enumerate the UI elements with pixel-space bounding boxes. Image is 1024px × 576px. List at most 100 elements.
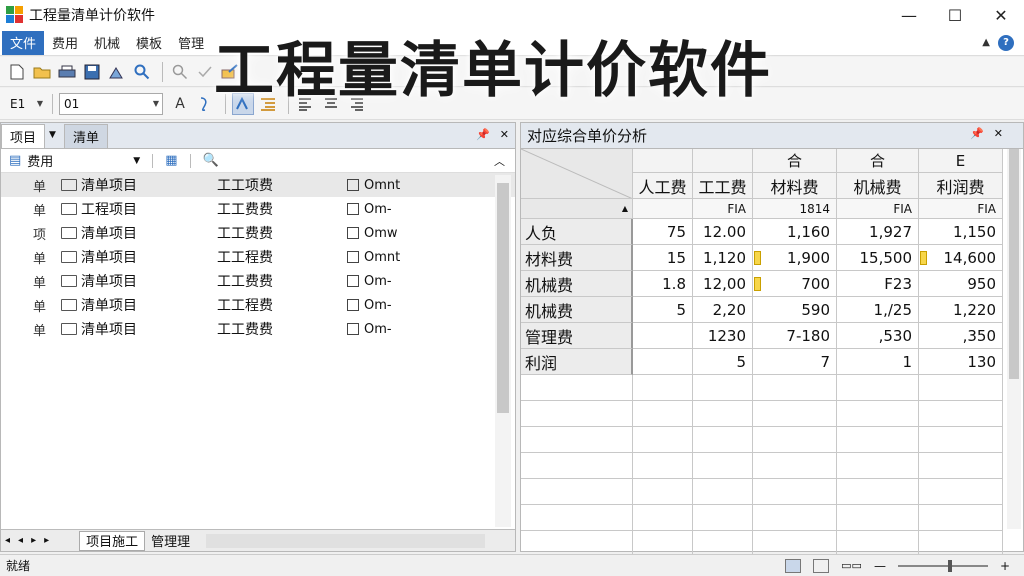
empty-cell[interactable] — [837, 375, 919, 401]
open-folder-icon[interactable] — [31, 61, 53, 83]
pin-icon[interactable]: 📌 — [970, 127, 984, 140]
scrollbar-thumb[interactable] — [497, 183, 509, 413]
tab-nav-prev-icon[interactable]: ◂ — [14, 535, 27, 546]
tree-row[interactable]: 单 清单项目 工工程费 Om- — [1, 293, 515, 317]
settings-icon[interactable]: ▦ — [165, 153, 177, 168]
row-header[interactable]: 机械费 — [521, 297, 633, 323]
checkbox[interactable] — [347, 251, 359, 263]
column-header[interactable]: 机械费 — [837, 173, 919, 199]
horizontal-scrollbar[interactable] — [206, 533, 485, 548]
tree-row[interactable]: 单 清单项目 工工费费 Om- — [1, 269, 515, 293]
table-cell[interactable]: 15 — [633, 245, 693, 271]
empty-cell[interactable] — [521, 427, 633, 453]
scrollbar-thumb[interactable] — [1009, 149, 1019, 379]
tree-row[interactable]: 单 清单项目 工工项费 Omnt — [1, 173, 515, 197]
close-icon[interactable]: ✕ — [500, 128, 509, 141]
empty-cell[interactable] — [919, 375, 1003, 401]
zoom-slider[interactable] — [897, 559, 988, 572]
zoom-slider-thumb[interactable] — [947, 559, 952, 572]
empty-cell[interactable] — [919, 505, 1003, 531]
table-cell[interactable]: 1,120 — [693, 245, 753, 271]
empty-cell[interactable] — [693, 505, 753, 531]
table-cell[interactable]: 1,220 — [919, 297, 1003, 323]
vertical-scrollbar[interactable] — [1007, 149, 1021, 529]
column-header[interactable]: 人工费 — [633, 173, 693, 199]
zoom-out-icon[interactable]: — — [874, 559, 886, 573]
table-cell[interactable]: 1,/25 — [837, 297, 919, 323]
table-cell[interactable]: 1,927 — [837, 219, 919, 245]
vertical-scrollbar[interactable] — [495, 175, 511, 527]
empty-cell[interactable] — [633, 375, 693, 401]
search-icon[interactable]: 🔍 — [203, 153, 219, 168]
table-cell[interactable]: 1.8 — [633, 271, 693, 297]
menu-cost[interactable]: 费用 — [44, 31, 86, 55]
table-cell[interactable]: 700 — [753, 271, 837, 297]
empty-cell[interactable] — [837, 479, 919, 505]
tab-management[interactable]: 管理理 — [145, 531, 196, 551]
table-cell[interactable]: 590 — [753, 297, 837, 323]
table-cell[interactable]: 5 — [633, 297, 693, 323]
tab-list[interactable]: 清单 — [63, 124, 108, 148]
tree-row[interactable]: 单 清单项目 工工费费 Om- — [1, 317, 515, 341]
checkbox[interactable] — [347, 179, 359, 191]
font-select[interactable]: 01 ▼ — [59, 92, 163, 115]
menu-template[interactable]: 模板 — [128, 31, 170, 55]
new-file-icon[interactable] — [6, 61, 28, 83]
empty-cell[interactable] — [837, 453, 919, 479]
row-header[interactable]: 人负 — [521, 219, 633, 245]
format-icon[interactable] — [194, 93, 216, 115]
table-cell[interactable]: 7-180 — [753, 323, 837, 349]
table-cell[interactable]: 15,500 — [837, 245, 919, 271]
empty-cell[interactable] — [521, 401, 633, 427]
table-cell[interactable]: 5 — [693, 349, 753, 375]
table-cell[interactable]: 1,160 — [753, 219, 837, 245]
tab-nav-next-icon[interactable]: ▸ — [27, 535, 40, 546]
empty-cell[interactable] — [633, 427, 693, 453]
table-cell[interactable]: 14,600 — [919, 245, 1003, 271]
preview-icon[interactable] — [106, 61, 128, 83]
table-cell[interactable]: 12,00 — [693, 271, 753, 297]
empty-cell[interactable] — [753, 375, 837, 401]
print-icon[interactable] — [56, 61, 78, 83]
page-view-icon[interactable] — [813, 558, 830, 573]
row-header[interactable]: 机械费 — [521, 271, 633, 297]
tab-nav-first-icon[interactable]: ◂ — [1, 535, 14, 546]
pin-icon[interactable]: 📌 — [476, 128, 490, 141]
menu-file[interactable]: 文件 — [2, 30, 45, 55]
zoom-icon[interactable] — [169, 61, 191, 83]
empty-cell[interactable] — [753, 479, 837, 505]
empty-cell[interactable] — [521, 453, 633, 479]
table-cell[interactable]: 1,150 — [919, 219, 1003, 245]
checkbox[interactable] — [347, 203, 359, 215]
close-icon[interactable]: ✕ — [994, 127, 1003, 140]
menu-machine[interactable]: 机械 — [86, 31, 128, 55]
checkbox[interactable] — [347, 227, 359, 239]
empty-cell[interactable] — [693, 479, 753, 505]
filter-label[interactable]: 费用 — [27, 151, 127, 170]
table-cell[interactable]: 7 — [753, 349, 837, 375]
table-cell[interactable]: F23 — [837, 271, 919, 297]
empty-cell[interactable] — [521, 375, 633, 401]
empty-cell[interactable] — [919, 479, 1003, 505]
empty-cell[interactable] — [693, 453, 753, 479]
ribbon-toggle-icon[interactable]: ▲ — [982, 37, 990, 48]
empty-cell[interactable] — [521, 479, 633, 505]
empty-cell[interactable] — [633, 505, 693, 531]
maximize-button[interactable]: ☐ — [932, 0, 978, 30]
empty-cell[interactable] — [753, 453, 837, 479]
empty-cell[interactable] — [837, 505, 919, 531]
collapse-icon[interactable]: ︿ — [494, 153, 505, 169]
table-cell[interactable]: ,530 — [837, 323, 919, 349]
table-cell[interactable]: 2,20 — [693, 297, 753, 323]
empty-cell[interactable] — [919, 427, 1003, 453]
empty-cell[interactable] — [633, 479, 693, 505]
help-icon[interactable]: ? — [998, 34, 1014, 51]
table-cell[interactable]: 950 — [919, 271, 1003, 297]
table-cell[interactable]: 75 — [633, 219, 693, 245]
tree-row[interactable]: 单 工程项目 工工费费 Om- — [1, 197, 515, 221]
check-icon[interactable] — [194, 61, 216, 83]
table-cell[interactable]: 1 — [837, 349, 919, 375]
checkbox[interactable] — [347, 275, 359, 287]
checkbox[interactable] — [347, 299, 359, 311]
table-cell[interactable]: 1,900 — [753, 245, 837, 271]
